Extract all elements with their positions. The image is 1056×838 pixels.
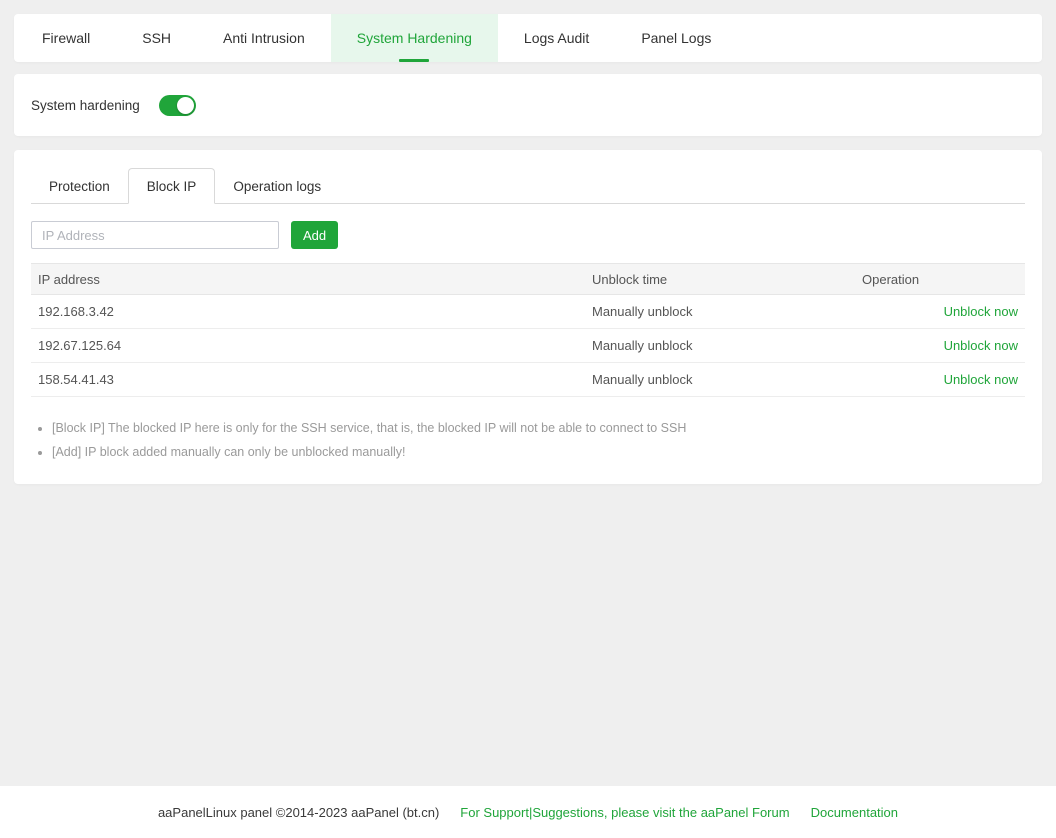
table-row: 192.168.3.42 Manually unblock Unblock no… <box>31 295 1025 329</box>
active-tab-underline <box>399 59 429 62</box>
cell-unblock-time: Manually unblock <box>585 295 855 329</box>
add-ip-row: Add <box>31 221 1025 249</box>
page-footer: aaPanelLinux panel ©2014-2023 aaPanel (b… <box>0 786 1056 838</box>
cell-ip: 192.168.3.42 <box>31 295 585 329</box>
add-button[interactable]: Add <box>291 221 338 249</box>
cell-unblock-time: Manually unblock <box>585 363 855 397</box>
tab-anti-intrusion[interactable]: Anti Intrusion <box>197 14 331 62</box>
unblock-now-link[interactable]: Unblock now <box>944 304 1018 319</box>
header-ip-address: IP address <box>31 264 585 295</box>
cell-ip: 158.54.41.43 <box>31 363 585 397</box>
blocked-ip-table: IP address Unblock time Operation 192.16… <box>31 263 1025 397</box>
tab-panel-logs[interactable]: Panel Logs <box>615 14 737 62</box>
ip-address-input[interactable] <box>31 221 279 249</box>
tab-system-hardening-label: System Hardening <box>357 30 472 46</box>
subtab-protection[interactable]: Protection <box>31 168 128 204</box>
unblock-now-link[interactable]: Unblock now <box>944 372 1018 387</box>
tab-ssh[interactable]: SSH <box>116 14 197 62</box>
subtab-operation-logs[interactable]: Operation logs <box>215 168 339 204</box>
table-row: 158.54.41.43 Manually unblock Unblock no… <box>31 363 1025 397</box>
cell-ip: 192.67.125.64 <box>31 329 585 363</box>
tab-firewall[interactable]: Firewall <box>16 14 116 62</box>
system-hardening-toggle[interactable] <box>159 95 196 116</box>
header-operation: Operation <box>855 264 1025 295</box>
header-unblock-time: Unblock time <box>585 264 855 295</box>
note-item: [Block IP] The blocked IP here is only f… <box>52 416 1025 440</box>
support-forum-link[interactable]: For Support|Suggestions, please visit th… <box>460 805 789 820</box>
subtab-block-ip[interactable]: Block IP <box>128 168 216 204</box>
copyright-text: aaPanelLinux panel ©2014-2023 aaPanel (b… <box>158 805 439 820</box>
system-hardening-label: System hardening <box>31 98 140 113</box>
main-tab-bar: Firewall SSH Anti Intrusion System Harde… <box>14 14 1042 62</box>
cell-unblock-time: Manually unblock <box>585 329 855 363</box>
tab-logs-audit[interactable]: Logs Audit <box>498 14 615 62</box>
sub-tab-bar: Protection Block IP Operation logs <box>31 168 1025 204</box>
toggle-knob-icon <box>177 97 194 114</box>
table-header-row: IP address Unblock time Operation <box>31 264 1025 295</box>
block-ip-card: Protection Block IP Operation logs Add I… <box>14 150 1042 484</box>
documentation-link[interactable]: Documentation <box>811 805 898 820</box>
tab-system-hardening[interactable]: System Hardening <box>331 14 498 62</box>
note-item: [Add] IP block added manually can only b… <box>52 440 1025 464</box>
notes-list: [Block IP] The blocked IP here is only f… <box>52 416 1025 464</box>
unblock-now-link[interactable]: Unblock now <box>944 338 1018 353</box>
system-hardening-card: System hardening <box>14 74 1042 136</box>
security-page: Firewall SSH Anti Intrusion System Harde… <box>0 0 1056 838</box>
table-row: 192.67.125.64 Manually unblock Unblock n… <box>31 329 1025 363</box>
